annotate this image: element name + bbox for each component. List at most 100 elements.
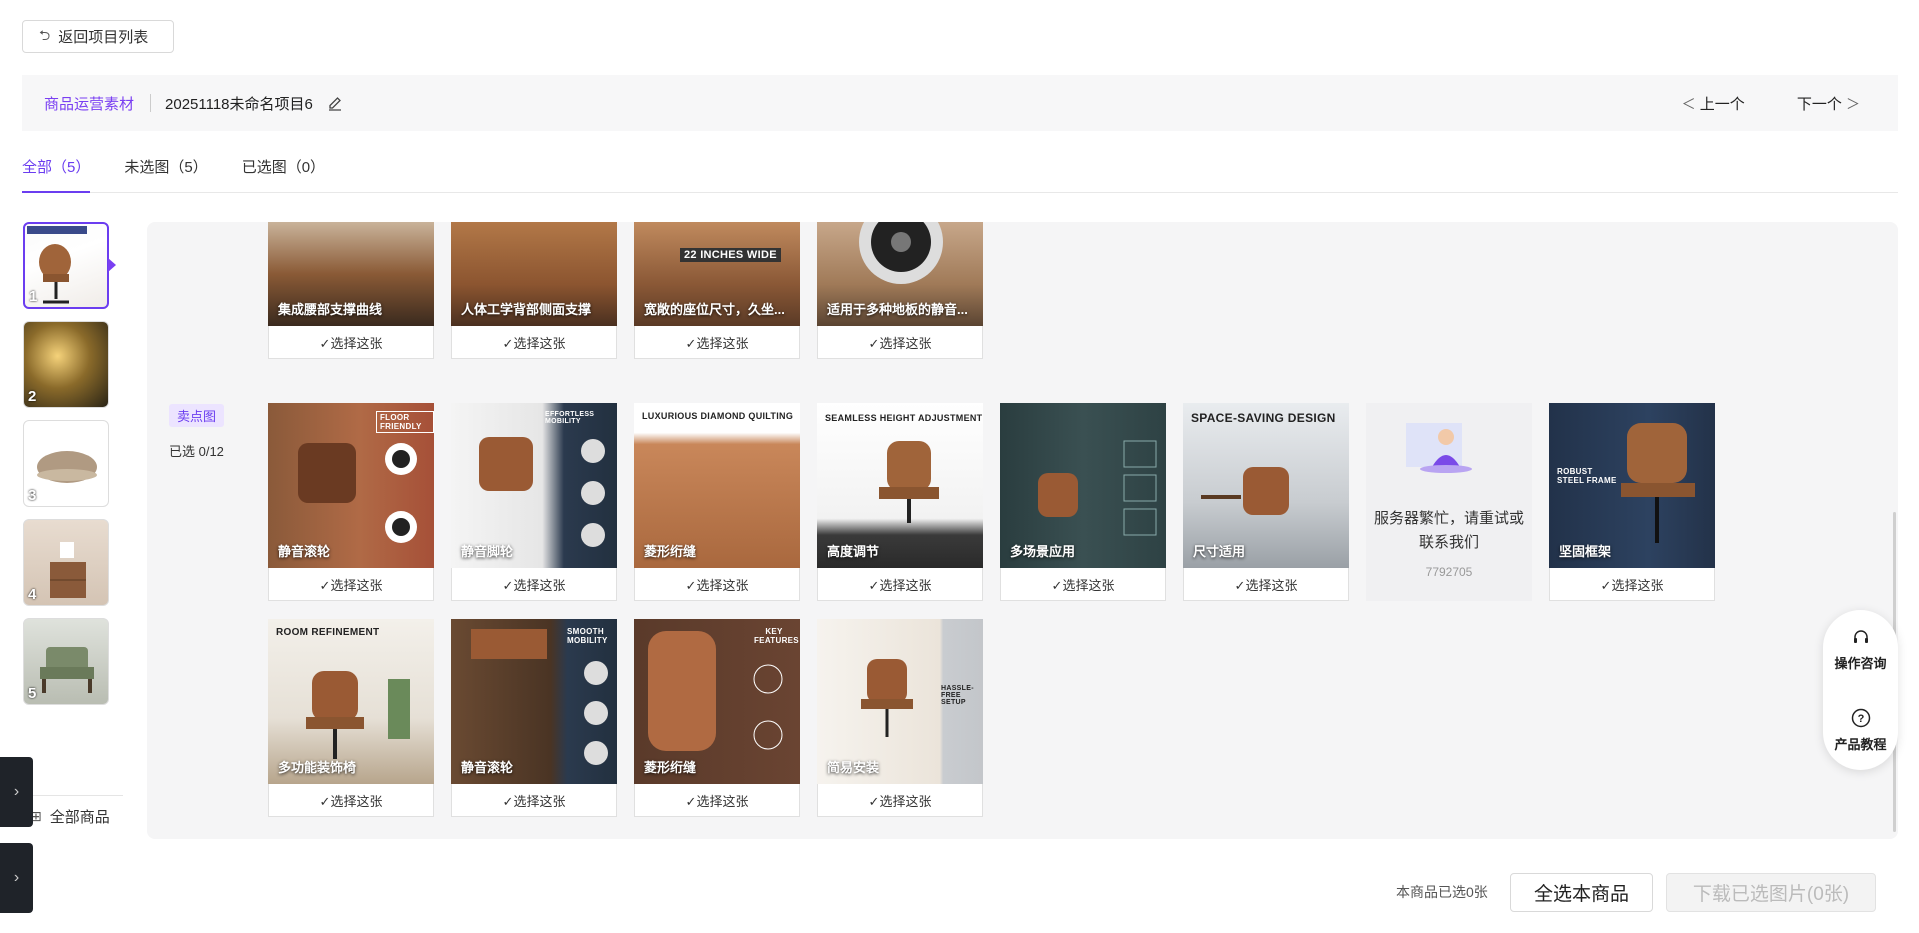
- image-caption: 静音滚轮: [278, 544, 331, 559]
- image-caption: 多功能装饰椅: [278, 760, 357, 775]
- chevron-right-icon: ›: [13, 783, 20, 800]
- download-selected-button[interactable]: 下载已选图片(0张): [1666, 873, 1876, 912]
- thumb-number: 1: [29, 288, 38, 305]
- return-icon: ⮌: [39, 26, 51, 43]
- product-thumb-5[interactable]: 5: [23, 618, 109, 705]
- filter-tabs: 全部（5） 未选图（5） 已选图（0）: [22, 157, 1898, 193]
- select-this-button[interactable]: ✓选择这张: [451, 568, 617, 601]
- select-this-button[interactable]: ✓选择这张: [1183, 568, 1349, 601]
- select-this-button[interactable]: ✓选择这张: [1549, 568, 1715, 601]
- image-card[interactable]: 适用于多种地板的静音... ✓选择这张: [817, 222, 983, 359]
- next-button[interactable]: 下一个 ＞: [1797, 93, 1860, 114]
- select-this-button[interactable]: ✓选择这张: [451, 326, 617, 359]
- image-card[interactable]: ROBUST STEEL FRAME 坚固框架 ✓选择这张: [1549, 403, 1715, 601]
- image-card[interactable]: ROOM REFINEMENT 多功能装饰椅 ✓选择这张: [268, 619, 434, 817]
- select-this-button[interactable]: ✓选择这张: [451, 784, 617, 817]
- nightstand-thumbnail-image: [50, 542, 86, 598]
- tab-selected[interactable]: 已选图（0）: [242, 157, 325, 193]
- image-card[interactable]: 22 INCHES WIDE 宽敞的座位尺寸，久坐... ✓选择这张: [634, 222, 800, 359]
- tab-all[interactable]: 全部（5）: [22, 157, 91, 193]
- consult-label: 操作咨询: [1834, 655, 1887, 671]
- chevron-right-icon: ＞: [1846, 95, 1860, 112]
- divider: [23, 795, 123, 796]
- busy-message: 服务器繁忙，请重试或联系我们: [1373, 510, 1524, 551]
- select-this-button[interactable]: ✓选择这张: [817, 784, 983, 817]
- product-image: 集成腰部支撑曲线: [268, 222, 434, 326]
- image-caption: 适用于多种地板的静音...: [827, 302, 968, 317]
- product-thumb-1[interactable]: 1: [23, 222, 109, 309]
- tutorial-button[interactable]: ? 产品教程: [1823, 690, 1898, 770]
- product-image: HASSLE-FREE SETUP 简易安装: [817, 619, 983, 784]
- image-caption: 集成腰部支撑曲线: [278, 302, 383, 317]
- back-to-project-list-button[interactable]: ⮌ 返回项目列表: [22, 20, 174, 53]
- error-code: 7792705: [1425, 565, 1473, 579]
- select-this-button[interactable]: ✓选择这张: [268, 784, 434, 817]
- expand-panel-tab[interactable]: ›: [0, 843, 33, 913]
- product-image: ROOM REFINEMENT 多功能装饰椅: [268, 619, 434, 784]
- thumb-number: 4: [28, 586, 37, 603]
- expand-panel-tab[interactable]: ›: [0, 757, 33, 827]
- select-all-button[interactable]: 全选本商品: [1510, 873, 1653, 912]
- image-gallery: 集成腰部支撑曲线 ✓选择这张 人体工学背部侧面支撑 ✓选择这张 22 INCHE…: [147, 222, 1898, 839]
- product-thumb-3[interactable]: 3: [23, 420, 109, 507]
- next-label: 下一个: [1796, 95, 1842, 113]
- image-caption: 高度调节: [827, 544, 880, 559]
- product-image: SMOOTH MOBILITY 静音滚轮: [451, 619, 617, 784]
- image-caption: 多场景应用: [1010, 544, 1076, 559]
- slipper-thumbnail-image: [37, 451, 97, 483]
- image-caption: 静音滚轮: [461, 760, 514, 775]
- headset-icon: [1853, 629, 1868, 643]
- product-image: KEY FEATURES 菱形绗缝: [634, 619, 800, 784]
- select-this-button[interactable]: ✓选择这张: [634, 326, 800, 359]
- image-card[interactable]: 集成腰部支撑曲线 ✓选择这张: [268, 222, 434, 359]
- product-thumb-2[interactable]: 2: [23, 321, 109, 408]
- floating-help-panel: 操作咨询 ? 产品教程: [1823, 610, 1898, 770]
- thumb-number: 3: [28, 487, 37, 504]
- prev-button[interactable]: ＜ 上一个: [1682, 93, 1745, 114]
- project-header: 商品运营素材 20251118未命名项目6 ＜ 上一个 下一个 ＞: [22, 75, 1898, 131]
- image-card[interactable]: 人体工学背部侧面支撑 ✓选择这张: [451, 222, 617, 359]
- consult-button[interactable]: 操作咨询: [1823, 610, 1898, 690]
- image-card[interactable]: SEAMLESS HEIGHT ADJUSTMENT 高度调节 ✓选择这张: [817, 403, 983, 601]
- all-products-label: 全部商品: [49, 809, 110, 826]
- image-card[interactable]: KEY FEATURES 菱形绗缝 ✓选择这张: [634, 619, 800, 817]
- thumb-number: 5: [28, 685, 37, 702]
- selected-count-text: 本商品已选0张: [1396, 884, 1488, 900]
- select-this-button[interactable]: ✓选择这张: [634, 784, 800, 817]
- product-thumb-4[interactable]: 4: [23, 519, 109, 606]
- breadcrumb-category[interactable]: 商品运营素材: [44, 93, 134, 114]
- select-this-button[interactable]: ✓选择这张: [817, 326, 983, 359]
- tutorial-label: 产品教程: [1834, 736, 1887, 752]
- image-card[interactable]: LUXURIOUS DIAMOND QUILTING 菱形绗缝 ✓选择这张: [634, 403, 800, 601]
- image-caption: 菱形绗缝: [644, 760, 697, 775]
- product-image: SPACE-SAVING DESIGN 尺寸适用: [1183, 403, 1349, 568]
- image-card[interactable]: SPACE-SAVING DESIGN 尺寸适用 ✓选择这张: [1183, 403, 1349, 601]
- select-this-button[interactable]: ✓选择这张: [817, 568, 983, 601]
- product-image: SEAMLESS HEIGHT ADJUSTMENT 高度调节: [817, 403, 983, 568]
- image-caption: 人体工学背部侧面支撑: [461, 302, 592, 317]
- select-this-button[interactable]: ✓选择这张: [268, 568, 434, 601]
- image-headline: 22 INCHES WIDE: [680, 248, 781, 262]
- select-this-button[interactable]: ✓选择这张: [634, 568, 800, 601]
- product-image: FLOOR FRIENDLY 静音滚轮: [268, 403, 434, 568]
- selected-count: 已选 0/12: [169, 444, 224, 459]
- image-card[interactable]: SMOOTH MOBILITY 静音滚轮 ✓选择这张: [451, 619, 617, 817]
- image-card[interactable]: EFFORTLESS MOBILITY 静音脚轮 ✓选择这张: [451, 403, 617, 601]
- image-card[interactable]: 多场景应用 ✓选择这张: [1000, 403, 1166, 601]
- image-caption: 简易安装: [827, 760, 880, 775]
- help-circle-icon: ?: [1851, 708, 1870, 727]
- edit-icon[interactable]: [327, 95, 343, 111]
- product-image: 22 INCHES WIDE 宽敞的座位尺寸，久坐...: [634, 222, 800, 326]
- image-caption: 尺寸适用: [1193, 544, 1246, 559]
- all-products-link[interactable]: ⊞ 全部商品: [30, 806, 110, 827]
- thumb-number: 2: [28, 388, 37, 405]
- product-image: ROBUST STEEL FRAME 坚固框架: [1549, 403, 1715, 568]
- project-name: 20251118未命名项目6: [165, 95, 313, 113]
- image-card[interactable]: HASSLE-FREE SETUP 简易安装 ✓选择这张: [817, 619, 983, 817]
- select-this-button[interactable]: ✓选择这张: [1000, 568, 1166, 601]
- server-busy-placeholder: 服务器繁忙，请重试或联系我们 7792705: [1366, 403, 1532, 601]
- image-card[interactable]: FLOOR FRIENDLY 静音滚轮 ✓选择这张: [268, 403, 434, 601]
- select-this-button[interactable]: ✓选择这张: [268, 326, 434, 359]
- armchair-thumbnail-image: [40, 647, 94, 693]
- tab-unselected[interactable]: 未选图（5）: [124, 157, 207, 193]
